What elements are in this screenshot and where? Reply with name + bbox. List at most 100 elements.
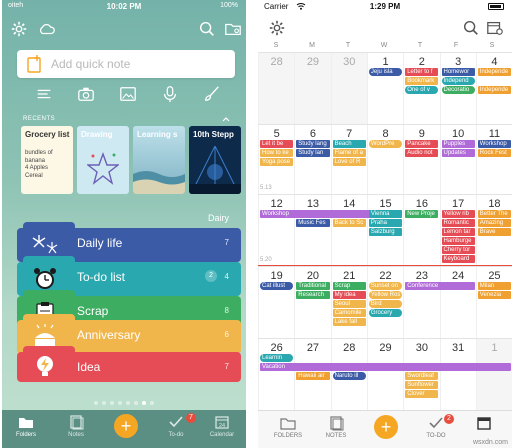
calendar-event[interactable]: Flame of a xyxy=(332,149,366,157)
day-cell[interactable]: 9 xyxy=(403,125,439,194)
microphone-icon[interactable] xyxy=(161,85,179,103)
day-cell[interactable]: 13 xyxy=(294,195,330,266)
calendar-event[interactable]: Vacation xyxy=(260,363,512,371)
calendar-event[interactable]: Homewor xyxy=(441,68,475,76)
day-cell[interactable]: 28 xyxy=(258,53,295,124)
tab-calendar[interactable]: 24 Calendar xyxy=(202,414,242,448)
calendar-event[interactable]: Sunflower xyxy=(405,381,439,389)
calendar-event[interactable]: Conference xyxy=(405,282,475,290)
calendar-event[interactable]: Audio not xyxy=(405,149,439,157)
day-cell[interactable]: 16 xyxy=(403,195,439,266)
day-cell[interactable]: 1 xyxy=(366,53,403,124)
calendar-event[interactable]: Traditional xyxy=(296,282,330,290)
day-cell[interactable]: 8 xyxy=(366,125,403,194)
calendar-event[interactable]: Cat illust xyxy=(260,282,294,290)
recent-card-learning[interactable]: Learning s xyxy=(133,126,185,194)
calendar-event[interactable]: Independ xyxy=(441,77,475,85)
calendar-event[interactable]: Brave xyxy=(477,228,512,236)
calendar-event[interactable]: Independe xyxy=(477,68,512,76)
calendar-event[interactable]: Let it be xyxy=(260,140,294,148)
day-cell[interactable]: 20 xyxy=(294,267,330,338)
calendar-event[interactable]: Decoratio xyxy=(441,86,475,94)
image-icon[interactable] xyxy=(119,85,137,103)
calendar-event[interactable]: Milan xyxy=(477,282,512,290)
day-cell[interactable]: 24 xyxy=(439,267,476,338)
folder-idea[interactable]: Idea 7 xyxy=(17,346,241,382)
calendar-event[interactable]: Hawaii air xyxy=(296,372,330,380)
day-cell[interactable]: 10 xyxy=(439,125,476,194)
tab-folders[interactable]: Folders xyxy=(6,414,46,448)
calendar-event[interactable]: Bird xyxy=(368,300,403,308)
calendar-event[interactable]: Love of R xyxy=(332,158,366,166)
day-cell[interactable]: 1 xyxy=(475,339,512,410)
calendar-event[interactable]: Study lan xyxy=(296,149,330,157)
calendar-event[interactable]: Sunset on xyxy=(368,282,403,290)
calendar-event[interactable]: Rock Fest xyxy=(477,149,512,157)
quick-note-input[interactable]: Add quick note xyxy=(17,50,235,78)
calendar-event[interactable]: Naruto ill xyxy=(332,372,366,380)
calendar-event[interactable]: Yellow rib xyxy=(441,210,475,218)
tab-folders[interactable]: FOLDERS xyxy=(266,415,310,439)
calendar-event[interactable]: Lake fall xyxy=(332,318,366,326)
calendar-event[interactable]: Salzburg xyxy=(368,228,403,236)
settings-gear-icon[interactable] xyxy=(10,20,28,38)
recent-card-stepp[interactable]: 10th Stepp xyxy=(189,126,241,194)
day-cell[interactable]: 31 xyxy=(439,339,476,410)
calendar-event[interactable]: WordPre xyxy=(368,140,403,148)
calendar-event[interactable]: New Proje xyxy=(405,210,439,218)
calendar-event[interactable]: Letter to f xyxy=(405,68,439,76)
folder-settings-icon[interactable] xyxy=(224,20,242,38)
calendar-settings-icon[interactable] xyxy=(486,19,504,37)
day-cell[interactable]: 14 xyxy=(330,195,367,266)
day-cell[interactable]: 11 xyxy=(475,125,512,194)
calendar-event[interactable]: Pupples xyxy=(441,140,475,148)
calendar-event[interactable]: Camomile xyxy=(332,309,366,317)
calendar-event[interactable]: Updates xyxy=(441,149,475,157)
calendar-event[interactable]: Keyboard xyxy=(441,255,475,263)
camera-icon[interactable] xyxy=(77,85,95,103)
day-cell[interactable]: 19 xyxy=(258,267,294,338)
calendar-event[interactable]: Scrap xyxy=(332,282,366,290)
calendar-event[interactable]: Back to Sc xyxy=(332,219,366,227)
calendar-event[interactable]: Seoul xyxy=(332,300,366,308)
recent-card-drawing[interactable]: Drawing xyxy=(77,126,129,194)
calendar-event[interactable]: Learnin xyxy=(260,354,294,362)
calendar-event[interactable]: Hamburge xyxy=(441,237,475,245)
calendar-event[interactable]: Lemon tar xyxy=(441,228,475,236)
brush-icon[interactable] xyxy=(203,85,221,103)
day-cell[interactable]: 29 xyxy=(294,53,331,124)
calendar-event[interactable]: Cherry tor xyxy=(441,246,475,254)
text-list-icon[interactable] xyxy=(35,85,53,103)
calendar-event[interactable]: Vienna xyxy=(368,210,403,218)
day-cell[interactable]: 29 xyxy=(366,339,403,410)
day-cell[interactable]: 25 xyxy=(475,267,512,338)
calendar-event[interactable]: Swordleaf xyxy=(405,372,439,380)
calendar-event[interactable]: Pancake xyxy=(405,140,439,148)
calendar-event[interactable]: Music Fes xyxy=(296,219,330,227)
day-cell[interactable]: 6 xyxy=(294,125,330,194)
cloud-sync-icon[interactable] xyxy=(38,20,56,38)
search-icon[interactable] xyxy=(462,19,480,37)
calendar-event[interactable]: One of v xyxy=(405,86,439,94)
day-cell[interactable]: 30 xyxy=(330,53,367,124)
day-cell[interactable]: 26 xyxy=(258,339,294,410)
add-button[interactable]: + xyxy=(114,414,138,438)
add-button[interactable]: + xyxy=(374,415,398,439)
calendar-event[interactable]: Grocery xyxy=(368,309,403,317)
calendar-event[interactable]: My idea xyxy=(332,291,366,299)
page-indicator[interactable] xyxy=(2,392,246,410)
calendar-event[interactable]: Research xyxy=(296,291,330,299)
calendar-event[interactable]: Venezia xyxy=(477,291,512,299)
calendar-event[interactable]: Bookmark xyxy=(405,77,439,85)
calendar-event[interactable]: Beach xyxy=(332,140,366,148)
search-icon[interactable] xyxy=(198,20,216,38)
tab-notes[interactable]: NOTES xyxy=(314,415,358,439)
calendar-event[interactable]: Yellow Ros xyxy=(368,291,403,299)
settings-gear-icon[interactable] xyxy=(268,19,286,37)
day-cell[interactable]: 23 xyxy=(403,267,439,338)
recent-card-grocery[interactable]: Grocery list bundles of banana 4 Apples … xyxy=(21,126,73,194)
calendar-event[interactable]: Study lang xyxy=(296,140,330,148)
calendar-event[interactable]: How to ke xyxy=(260,149,294,157)
chevron-up-icon[interactable] xyxy=(222,116,230,122)
calendar-event[interactable]: Amazing xyxy=(477,219,512,227)
